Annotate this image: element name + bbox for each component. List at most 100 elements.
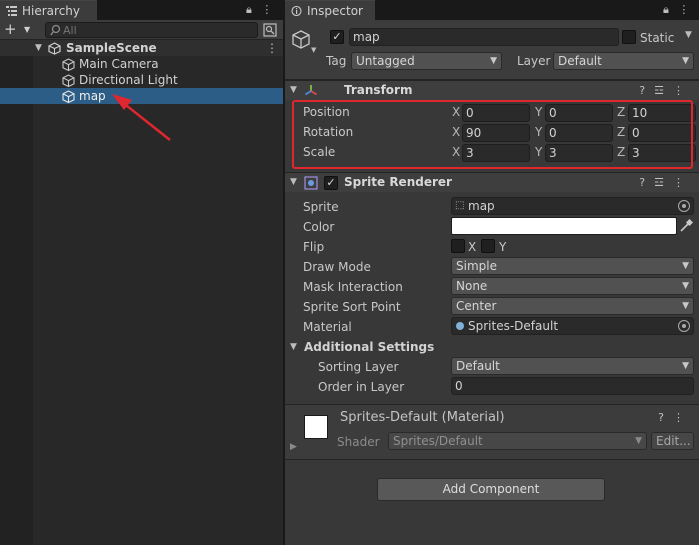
rotation-z-field[interactable]: 0 (628, 124, 696, 142)
help-icon[interactable]: ? (658, 411, 673, 424)
sprite-sort-point-dropdown[interactable]: Center ▼ (451, 297, 694, 315)
chevron-down-icon: ▼ (682, 301, 689, 311)
flip-x-label: X (468, 240, 477, 254)
icon-dropdown-icon[interactable]: ▼ (311, 46, 316, 54)
object-name-field[interactable]: map (349, 28, 619, 46)
component-controls: ?☲⋮ (639, 176, 693, 189)
sprite-renderer-enabled-checkbox[interactable]: ✓ (324, 176, 338, 190)
expand-arrow-icon[interactable]: ▼ (35, 40, 42, 56)
fold-arrow-icon[interactable]: ▶ (290, 442, 297, 452)
position-label: Position (303, 105, 350, 119)
static-label: Static (640, 31, 675, 45)
static-dropdown-icon[interactable]: ▼ (685, 30, 692, 40)
sprite-renderer-title: Sprite Renderer (344, 175, 452, 189)
axis-x-label[interactable]: X (452, 105, 460, 119)
static-checkbox[interactable] (622, 30, 636, 44)
more-menu-icon[interactable]: ⋮ (261, 3, 272, 16)
search-input[interactable] (63, 23, 253, 37)
tab-hierarchy[interactable]: Hierarchy (0, 0, 97, 20)
lock-icon[interactable]: 🔒︎ (246, 3, 252, 16)
more-menu-icon[interactable]: ⋮ (678, 3, 689, 16)
hierarchy-item-label: map (79, 89, 106, 103)
unity-scene-icon (48, 42, 61, 55)
position-x-field[interactable]: 0 (462, 104, 530, 122)
axis-y-label[interactable]: Y (535, 125, 542, 139)
chevron-down-icon: ▼ (682, 361, 689, 371)
position-z-field[interactable]: 10 (628, 104, 696, 122)
transform-header[interactable]: ▼ Transform ?☲⋮ (285, 80, 699, 100)
presets-icon[interactable]: ☲ (654, 176, 673, 189)
scene-row[interactable]: ▼ SampleScene ⋮ (0, 40, 283, 56)
fold-arrow-icon[interactable]: ▼ (290, 342, 297, 352)
chevron-down-icon: ▼ (24, 25, 31, 34)
more-menu-icon[interactable]: ⋮ (673, 411, 693, 424)
lock-icon[interactable]: 🔒︎ (663, 3, 669, 16)
hierarchy-gutter (0, 40, 33, 545)
sprite-object-field[interactable]: ⬚ map (451, 197, 694, 215)
tab-hierarchy-label: Hierarchy (22, 4, 81, 18)
scale-x-field[interactable]: 3 (462, 144, 530, 162)
chevron-down-icon: ▼ (635, 436, 642, 446)
mask-interaction-value: None (456, 279, 488, 293)
mask-interaction-dropdown[interactable]: None ▼ (451, 277, 694, 295)
scene-visibility-icon[interactable] (263, 23, 277, 37)
sprite-renderer-header[interactable]: ▼ ✓ Sprite Renderer ?☲⋮ (285, 172, 699, 192)
shader-dropdown[interactable]: Sprites/Default ▼ (388, 432, 647, 450)
draw-mode-dropdown[interactable]: Simple ▼ (451, 257, 694, 275)
axis-z-label[interactable]: Z (617, 105, 625, 119)
layer-dropdown[interactable]: Default ▼ (553, 52, 694, 70)
material-object-field[interactable]: Sprites-Default (451, 317, 694, 335)
hierarchy-item[interactable]: Main Camera (0, 56, 283, 72)
rotation-y-field[interactable]: 0 (545, 124, 613, 142)
axis-y-label[interactable]: Y (535, 145, 542, 159)
sprite-asset-icon: ⬚ (455, 200, 465, 211)
inspector-tab-bar: Inspector 🔒︎ ⋮ (285, 0, 699, 20)
fold-arrow-icon[interactable]: ▼ (290, 85, 297, 95)
flip-x-checkbox[interactable] (451, 239, 465, 253)
presets-icon[interactable]: ☲ (654, 84, 673, 97)
position-y-field[interactable]: 0 (545, 104, 613, 122)
fold-arrow-icon[interactable]: ▼ (290, 177, 297, 187)
axis-y-label[interactable]: Y (535, 105, 542, 119)
hierarchy-item-label: Directional Light (79, 73, 178, 87)
help-icon[interactable]: ? (639, 84, 654, 97)
order-in-layer-field[interactable]: 0 (451, 377, 694, 395)
hierarchy-item-selected[interactable]: map (0, 88, 283, 104)
axis-x-label[interactable]: X (452, 125, 460, 139)
object-picker-icon[interactable] (678, 200, 690, 212)
rotation-x-field[interactable]: 90 (462, 124, 530, 142)
inspector-tab-controls: 🔒︎ ⋮ (663, 3, 689, 17)
scale-z-field[interactable]: 3 (628, 144, 696, 162)
edit-shader-button[interactable]: Edit... (651, 432, 694, 450)
axis-x-label[interactable]: X (452, 145, 460, 159)
more-menu-icon[interactable]: ⋮ (673, 176, 693, 189)
object-picker-icon[interactable] (678, 320, 690, 332)
flip-y-checkbox[interactable] (481, 239, 495, 253)
create-button[interactable]: + ▼ (4, 21, 36, 38)
more-menu-icon[interactable]: ⋮ (673, 84, 693, 97)
hierarchy-item[interactable]: Directional Light (0, 72, 283, 88)
help-icon[interactable]: ? (639, 176, 654, 189)
scale-y-field[interactable]: 3 (545, 144, 613, 162)
sprite-sort-point-label: Sprite Sort Point (303, 300, 401, 314)
color-swatch[interactable] (451, 217, 677, 235)
shader-value: Sprites/Default (393, 434, 483, 448)
active-checkbox[interactable]: ✓ (330, 30, 344, 44)
additional-settings-foldout[interactable]: Additional Settings (304, 339, 434, 355)
shader-label: Shader (337, 435, 380, 449)
axis-z-label[interactable]: Z (617, 125, 625, 139)
draw-mode-label: Draw Mode (303, 260, 371, 274)
hierarchy-search[interactable] (45, 22, 258, 38)
gameobject-cube-icon (62, 74, 75, 87)
info-icon (291, 6, 302, 16)
add-component-button[interactable]: Add Component (377, 478, 605, 501)
sorting-layer-dropdown[interactable]: Default ▼ (451, 357, 694, 375)
eyedropper-icon[interactable] (679, 219, 693, 233)
material-value: Sprites-Default (468, 319, 559, 333)
tag-dropdown[interactable]: Untagged ▼ (351, 52, 502, 70)
gameobject-header: ▼ ✓ map Static ▼ Tag Untagged ▼ Layer Def… (285, 20, 699, 80)
scene-menu-icon[interactable]: ⋮ (266, 40, 278, 56)
tab-inspector[interactable]: Inspector (285, 0, 375, 20)
axis-z-label[interactable]: Z (617, 145, 625, 159)
position-row: Position X 0 Y 0 Z 10 (285, 103, 699, 123)
